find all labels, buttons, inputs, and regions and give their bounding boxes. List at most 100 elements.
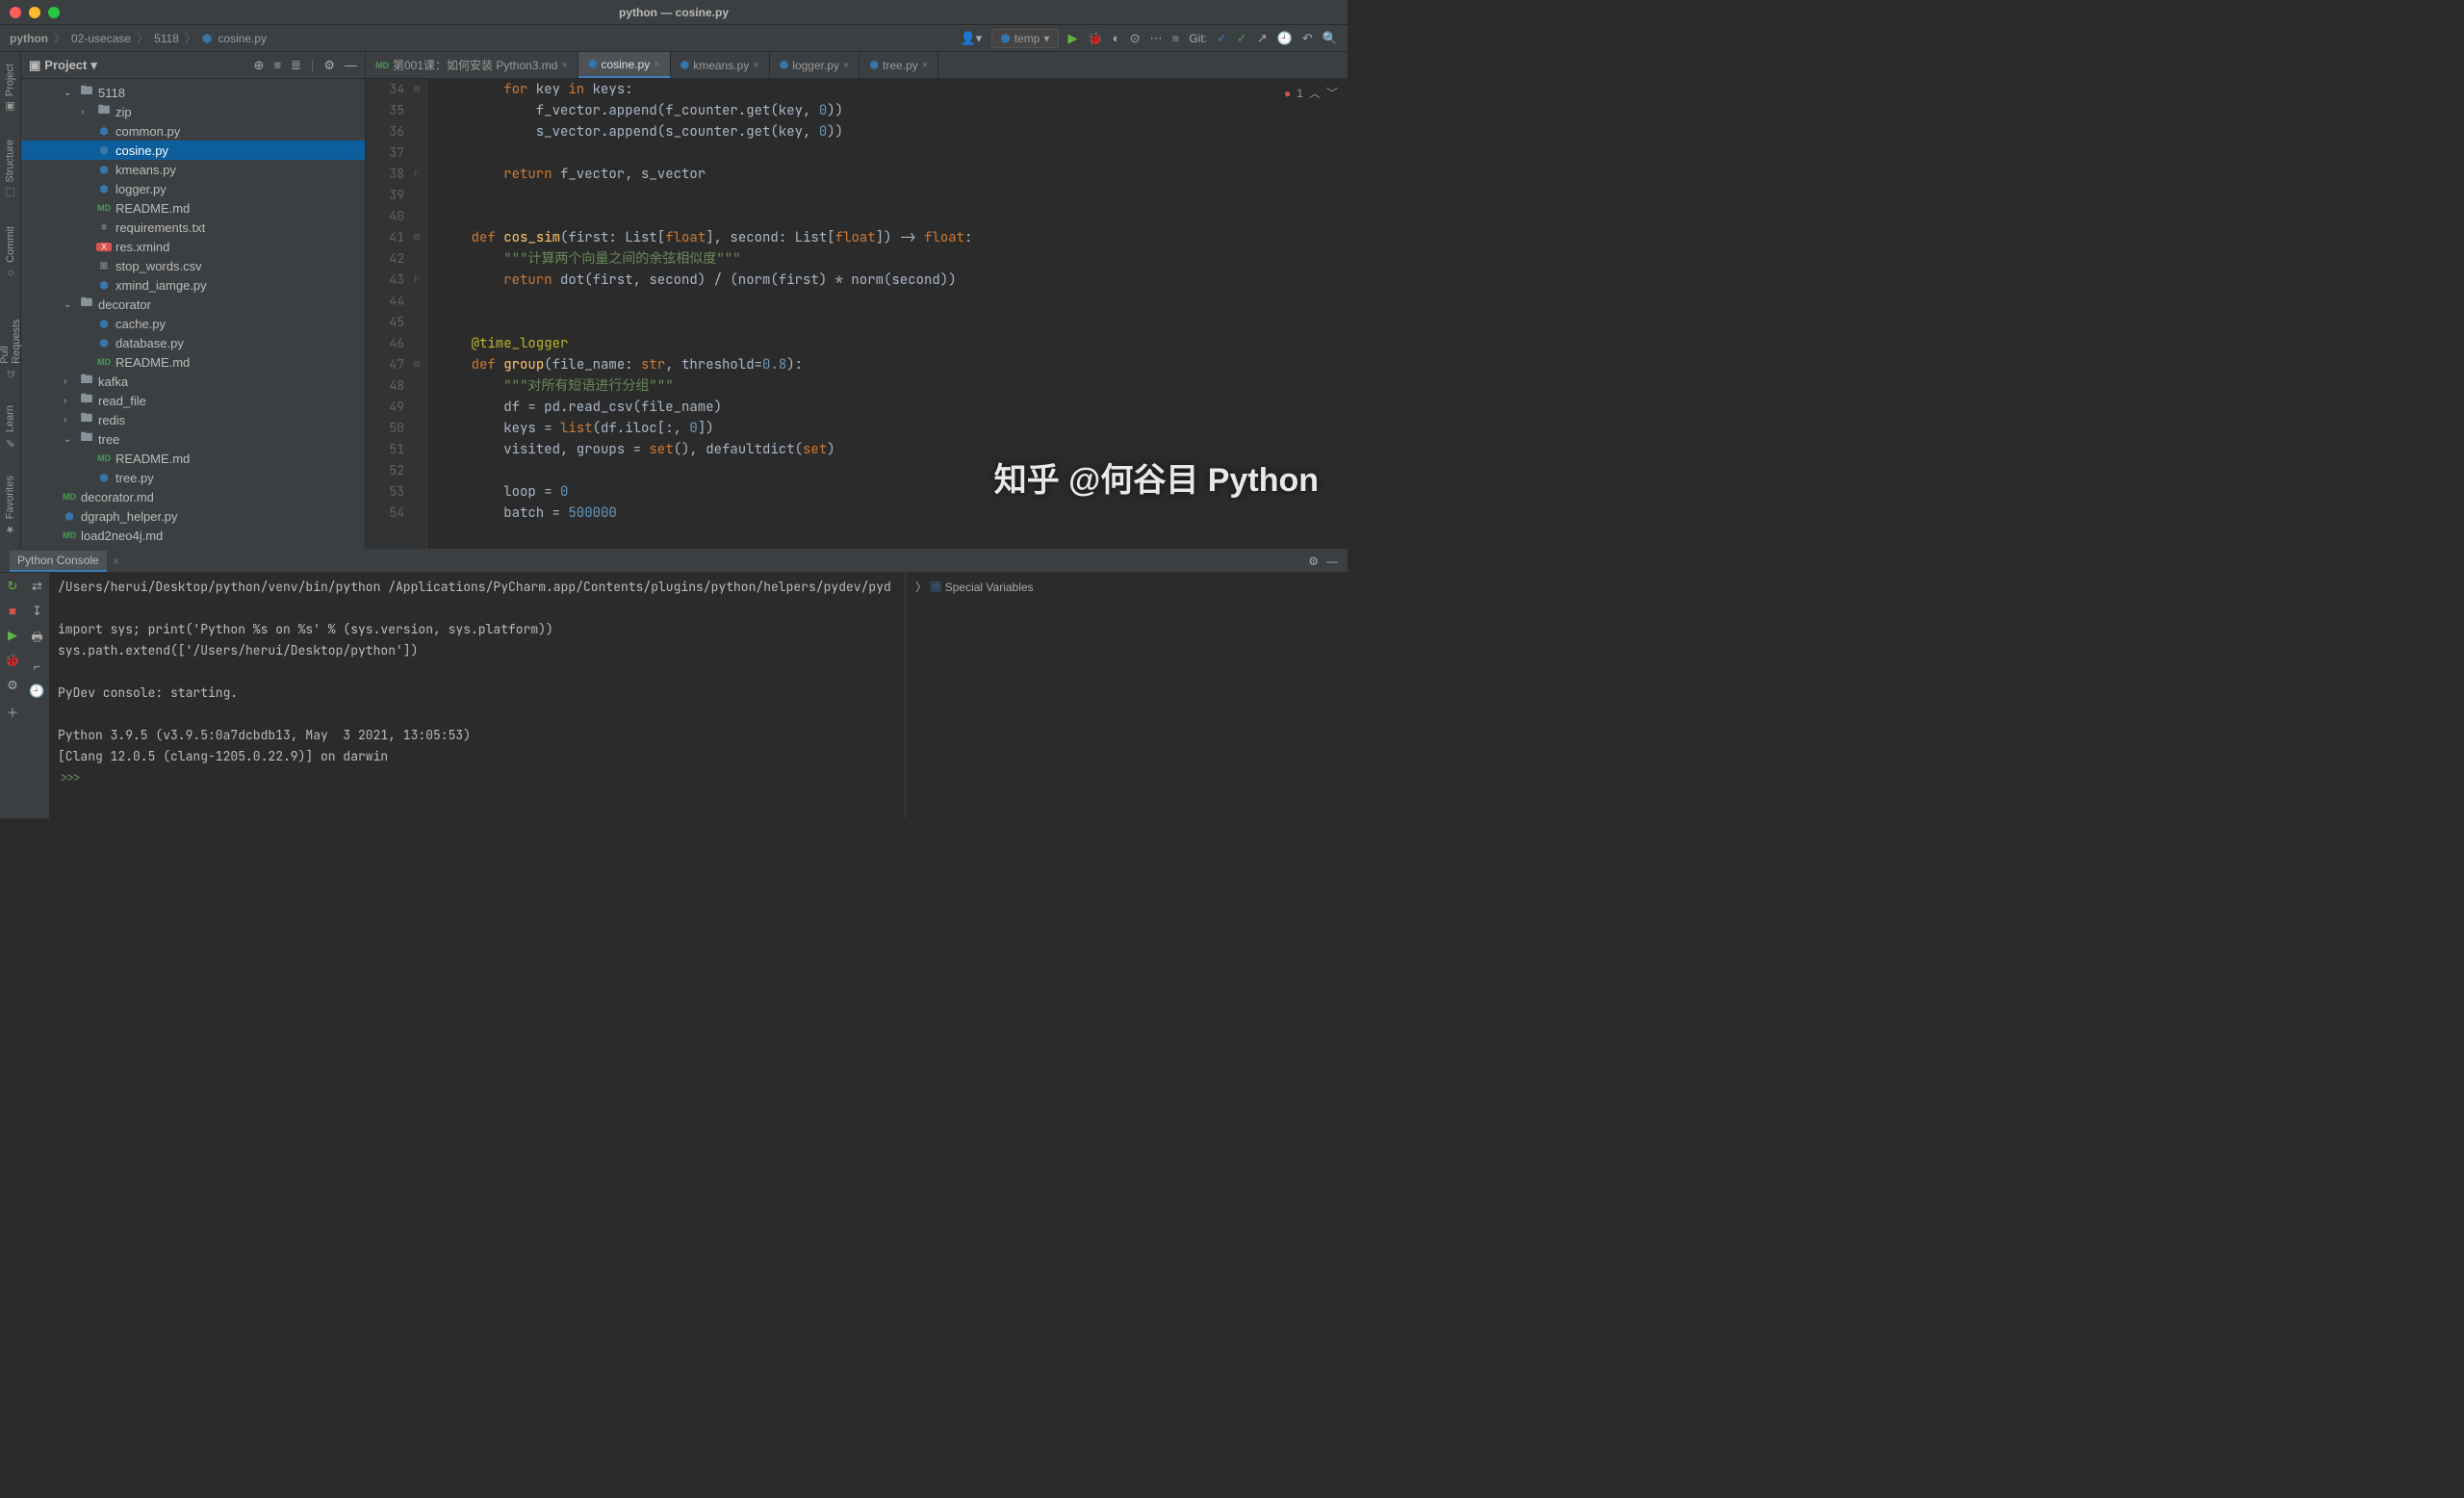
- console-config-icon[interactable]: ⚙: [7, 678, 18, 693]
- history-icon[interactable]: 🕘: [29, 684, 44, 699]
- tree-item-read_file[interactable]: ›🖿read_file: [21, 391, 365, 410]
- tree-item-decorator[interactable]: ⌄🖿decorator: [21, 295, 365, 314]
- new-console-button[interactable]: ＋: [6, 703, 18, 721]
- console-toolbar-2: ⇄ ↧ 🖶 ⌐ 🕘: [25, 573, 50, 818]
- tree-item-5118[interactable]: ⌄🖿5118: [21, 83, 365, 102]
- tree-item-dgraph_helper-py[interactable]: ⬢dgraph_helper.py: [21, 506, 365, 526]
- chevron-down-icon[interactable]: ﹀: [1326, 85, 1338, 101]
- tree-item-README-md[interactable]: MDREADME.md: [21, 352, 365, 372]
- breadcrumb[interactable]: python〉 02-usecase〉 5118〉 ⬢ cosine.py: [10, 30, 267, 46]
- minimize-window-button[interactable]: [29, 7, 40, 18]
- tree-item-logger-py[interactable]: ⬢logger.py: [21, 179, 365, 198]
- git-rollback-button[interactable]: ↶: [1302, 31, 1313, 46]
- show-vars-icon[interactable]: ⌐: [34, 659, 41, 674]
- coverage-button[interactable]: ◐: [1113, 31, 1120, 45]
- traffic-lights: [10, 7, 60, 18]
- profile-button[interactable]: ⊙: [1130, 31, 1141, 46]
- git-update-button[interactable]: ✓: [1217, 31, 1227, 46]
- tree-item-xmind_iamge-py[interactable]: ⬢xmind_iamge.py: [21, 275, 365, 295]
- scroll-to-end-icon[interactable]: ↧: [32, 604, 42, 619]
- tree-item-tree-py[interactable]: ⬢tree.py: [21, 468, 365, 487]
- maximize-window-button[interactable]: [48, 7, 60, 18]
- tab-logger-py[interactable]: ⬢logger.py×: [770, 52, 860, 78]
- project-panel-header: ▣ Project ▾ ⊕ ≡ ≣ | ⚙ —: [21, 52, 365, 79]
- print-icon[interactable]: 🖶: [31, 629, 42, 650]
- close-tab-icon[interactable]: ×: [561, 60, 567, 71]
- crumb-2[interactable]: 5118: [154, 32, 179, 45]
- tree-item-requirements-txt[interactable]: ≡requirements.txt: [21, 218, 365, 237]
- special-variables-label: Special Variables: [945, 581, 1034, 594]
- project-tool-button[interactable]: ▣Project: [2, 60, 18, 116]
- code-editor[interactable]: for key in keys: f_vector.append(f_count…: [427, 79, 1348, 549]
- crumb-1[interactable]: 02-usecase: [71, 32, 131, 45]
- error-marker-icon: ●: [1284, 87, 1291, 100]
- debug-button[interactable]: 🐞: [1088, 31, 1103, 46]
- chevron-up-icon[interactable]: ︿: [1309, 85, 1321, 101]
- tree-item-README-md[interactable]: MDREADME.md: [21, 449, 365, 468]
- rerun-button[interactable]: ↻: [8, 579, 18, 594]
- console-toolbar-1: ↻ ■ ▶ 🐞 ⚙ ＋: [0, 573, 25, 818]
- git-history-button[interactable]: 🕘: [1277, 31, 1293, 46]
- console-hide-icon[interactable]: —: [1326, 555, 1338, 568]
- run-button[interactable]: ▶: [1068, 31, 1078, 46]
- learn-tool-button[interactable]: ✎Learn: [2, 401, 18, 452]
- chevron-right-icon[interactable]: 〉: [915, 581, 927, 594]
- favorites-tool-button[interactable]: ★Favorites: [2, 472, 18, 539]
- debug-console-button[interactable]: 🐞: [5, 653, 20, 668]
- stop-console-button[interactable]: ■: [9, 604, 16, 618]
- hide-icon[interactable]: —: [345, 58, 357, 73]
- tree-item-cache-py[interactable]: ⬢cache.py: [21, 314, 365, 333]
- tree-item-res-xmind[interactable]: Xres.xmind: [21, 237, 365, 256]
- console-output[interactable]: /Users/herui/Desktop/python/venv/bin/pyt…: [50, 573, 905, 818]
- tree-item-cosine-py[interactable]: ⬢cosine.py: [21, 141, 365, 160]
- tab-tree-py[interactable]: ⬢tree.py×: [860, 52, 938, 78]
- commit-tool-button[interactable]: ○Commit: [3, 222, 18, 282]
- tree-item-decorator-md[interactable]: MDdecorator.md: [21, 487, 365, 506]
- execute-button[interactable]: ▶: [8, 628, 17, 643]
- crumb-0[interactable]: python: [10, 32, 48, 45]
- tree-item-common-py[interactable]: ⬢common.py: [21, 121, 365, 141]
- tree-item-database-py[interactable]: ⬢database.py: [21, 333, 365, 352]
- console-settings-icon[interactable]: ⚙: [1308, 555, 1319, 568]
- pull-requests-tool-button[interactable]: ⎌Pull Requests: [0, 301, 24, 382]
- editor-markers[interactable]: ● 1 ︿ ﹀: [1284, 85, 1338, 101]
- close-window-button[interactable]: [10, 7, 21, 18]
- git-label: Git:: [1189, 32, 1207, 45]
- collapse-all-icon[interactable]: ≣: [291, 58, 301, 73]
- structure-tool-button[interactable]: ⬚Structure: [2, 136, 18, 203]
- tab-cosine-py[interactable]: ⬢cosine.py×: [578, 52, 671, 78]
- more-run-button[interactable]: ⋯: [1149, 31, 1162, 46]
- tab-kmeans-py[interactable]: ⬢kmeans.py×: [671, 52, 770, 78]
- settings-icon[interactable]: ⚙: [323, 58, 335, 73]
- locate-icon[interactable]: ⊕: [254, 58, 265, 73]
- vars-icon: ▦: [930, 581, 941, 594]
- tree-item-stop_words-csv[interactable]: ⊞stop_words.csv: [21, 256, 365, 275]
- close-console-tab-icon[interactable]: ×: [113, 555, 119, 568]
- project-panel-title[interactable]: ▣ Project ▾: [29, 58, 97, 73]
- close-tab-icon[interactable]: ×: [654, 59, 659, 70]
- tab--001-------Python3-md[interactable]: MD第001课：如何安装 Python3.md×: [366, 52, 578, 78]
- close-tab-icon[interactable]: ×: [753, 60, 758, 71]
- expand-all-icon[interactable]: ≡: [273, 58, 281, 73]
- tree-item-tree[interactable]: ⌄🖿tree: [21, 429, 365, 449]
- tree-item-kafka[interactable]: ›🖿kafka: [21, 372, 365, 391]
- git-push-button[interactable]: ↗: [1257, 31, 1268, 46]
- user-icon[interactable]: 👤▾: [961, 31, 983, 46]
- close-tab-icon[interactable]: ×: [843, 60, 849, 71]
- run-config-selector[interactable]: ⬢ temp ▾: [991, 29, 1058, 48]
- fold-gutter[interactable]: ⊟ ⊦ ⊟ ⊦ ⊟: [414, 79, 427, 549]
- close-tab-icon[interactable]: ×: [922, 60, 928, 71]
- tree-item-redis[interactable]: ›🖿redis: [21, 410, 365, 429]
- console-tab[interactable]: Python Console: [10, 551, 107, 572]
- crumb-3[interactable]: cosine.py: [218, 32, 267, 45]
- git-commit-button[interactable]: ✓: [1237, 31, 1247, 46]
- tree-item-load2neo4j-md[interactable]: MDload2neo4j.md: [21, 526, 365, 545]
- stop-button[interactable]: ■: [1171, 31, 1179, 45]
- soft-wrap-icon[interactable]: ⇄: [32, 579, 42, 594]
- project-tree[interactable]: ⌄🖿5118›🖿zip⬢common.py⬢cosine.py⬢kmeans.p…: [21, 79, 365, 549]
- tree-item-README-md[interactable]: MDREADME.md: [21, 198, 365, 218]
- console-variables[interactable]: 〉 ▦ Special Variables: [905, 573, 1294, 818]
- search-everywhere-button[interactable]: 🔍: [1322, 31, 1338, 46]
- tree-item-zip[interactable]: ›🖿zip: [21, 102, 365, 121]
- tree-item-kmeans-py[interactable]: ⬢kmeans.py: [21, 160, 365, 179]
